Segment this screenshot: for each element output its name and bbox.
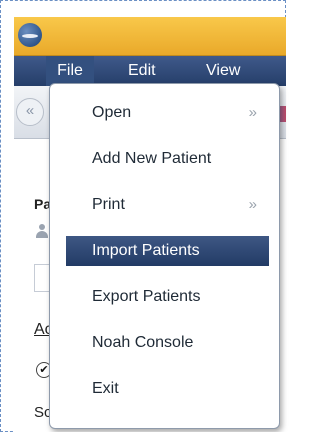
menu-edit[interactable]: Edit bbox=[128, 56, 156, 86]
menu-item-label: Print bbox=[92, 196, 125, 213]
file-menu-dropdown: Open » Add New Patient Print » Import Pa… bbox=[49, 83, 280, 429]
menu-view[interactable]: View bbox=[206, 56, 240, 86]
back-arrow-icon[interactable]: « bbox=[16, 98, 44, 126]
menu-item-print[interactable]: Print » bbox=[66, 190, 269, 220]
menu-item-label: Open bbox=[92, 104, 132, 121]
menu-item-exit[interactable]: Exit bbox=[66, 374, 269, 404]
menu-item-import-patients[interactable]: Import Patients bbox=[66, 236, 269, 266]
menu-item-label: Export Patients bbox=[92, 288, 201, 305]
menu-item-open[interactable]: Open » bbox=[66, 98, 269, 128]
menu-item-label: Exit bbox=[92, 380, 119, 397]
person-icon bbox=[36, 224, 48, 238]
app-logo-icon bbox=[18, 23, 42, 47]
menu-item-add-new-patient[interactable]: Add New Patient bbox=[66, 144, 269, 174]
menu-bar: File Edit View bbox=[14, 56, 286, 86]
menu-item-label: Noah Console bbox=[92, 334, 194, 351]
menu-item-label: Import Patients bbox=[92, 242, 200, 259]
menu-file[interactable]: File bbox=[46, 56, 94, 86]
menu-item-noah-console[interactable]: Noah Console bbox=[66, 328, 269, 358]
submenu-arrow-icon: » bbox=[248, 104, 257, 121]
menu-item-label: Add New Patient bbox=[92, 150, 212, 167]
submenu-arrow-icon: » bbox=[248, 196, 257, 213]
menu-item-export-patients[interactable]: Export Patients bbox=[66, 282, 269, 312]
title-bar bbox=[14, 17, 286, 56]
